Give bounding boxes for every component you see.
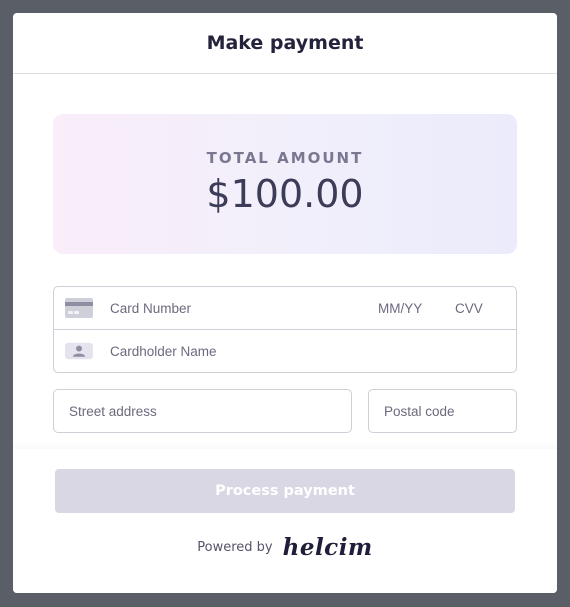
expiry-input[interactable]: MM/YY <box>378 301 422 316</box>
process-payment-button[interactable]: Process payment <box>55 469 515 513</box>
street-address-placeholder: Street address <box>69 403 157 419</box>
page-title: Make payment <box>206 32 364 54</box>
modal-header: Make payment <box>13 13 557 74</box>
payment-modal: Make payment TOTAL AMOUNT $100.00 Card N… <box>13 13 557 593</box>
person-icon <box>65 341 93 361</box>
card-number-row: Card Number MM/YY CVV <box>54 287 516 329</box>
postal-code-placeholder: Postal code <box>384 403 455 419</box>
postal-code-field[interactable]: Postal code <box>368 389 517 433</box>
cardholder-row: Cardholder Name <box>54 329 516 372</box>
total-amount-label: TOTAL AMOUNT <box>206 149 364 167</box>
credit-card-icon <box>65 298 93 318</box>
total-amount-value: $100.00 <box>206 172 364 216</box>
powered-by-label: Powered by <box>197 540 273 555</box>
card-details-group: Card Number MM/YY CVV Cardholder Name <box>53 286 517 373</box>
helcim-logo: helcim <box>282 534 373 561</box>
total-amount-panel: TOTAL AMOUNT $100.00 <box>53 114 517 254</box>
street-address-field[interactable]: Street address <box>53 389 352 433</box>
card-number-input[interactable]: Card Number <box>110 301 191 316</box>
cardholder-name-input[interactable]: Cardholder Name <box>110 344 217 359</box>
powered-by: Powered by helcim <box>13 534 557 561</box>
modal-footer: Process payment Powered by helcim <box>13 449 557 593</box>
cvv-input[interactable]: CVV <box>455 301 483 316</box>
